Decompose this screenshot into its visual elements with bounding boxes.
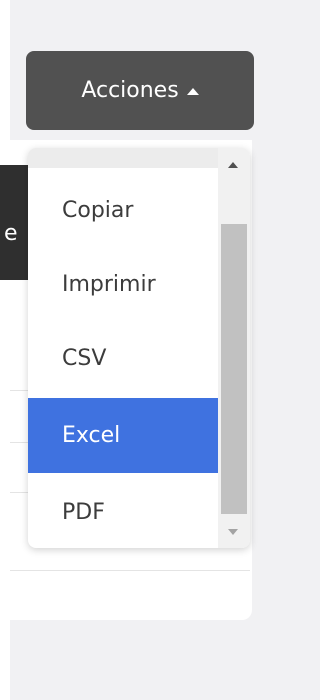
scrollbar-thumb[interactable] <box>221 224 247 514</box>
menu-top-edge <box>28 148 218 168</box>
menu-item-excel[interactable]: Excel <box>28 398 218 473</box>
caret-up-icon <box>186 88 199 95</box>
menu-scrollbar[interactable] <box>218 148 250 548</box>
table-header-partial-text: e <box>4 221 18 246</box>
menu-item-csv[interactable]: CSV <box>28 332 218 384</box>
acciones-button-label: Acciones <box>81 78 179 103</box>
acciones-button[interactable]: Acciones <box>26 51 254 130</box>
acciones-dropdown-menu: Copiar Imprimir CSV Excel PDF <box>28 148 250 548</box>
menu-item-copiar[interactable]: Copiar <box>28 184 218 236</box>
menu-item-label: CSV <box>62 345 107 371</box>
menu-item-label: Copiar <box>62 197 134 223</box>
menu-item-label: Imprimir <box>62 271 156 297</box>
scroll-up-arrow-icon[interactable] <box>228 162 238 168</box>
menu-item-label: Excel <box>62 423 121 448</box>
scroll-down-arrow-icon[interactable] <box>228 529 238 535</box>
menu-item-pdf[interactable]: PDF <box>28 486 218 538</box>
table-row-divider <box>10 570 250 571</box>
menu-item-label: PDF <box>62 499 105 525</box>
menu-item-imprimir[interactable]: Imprimir <box>28 258 218 310</box>
